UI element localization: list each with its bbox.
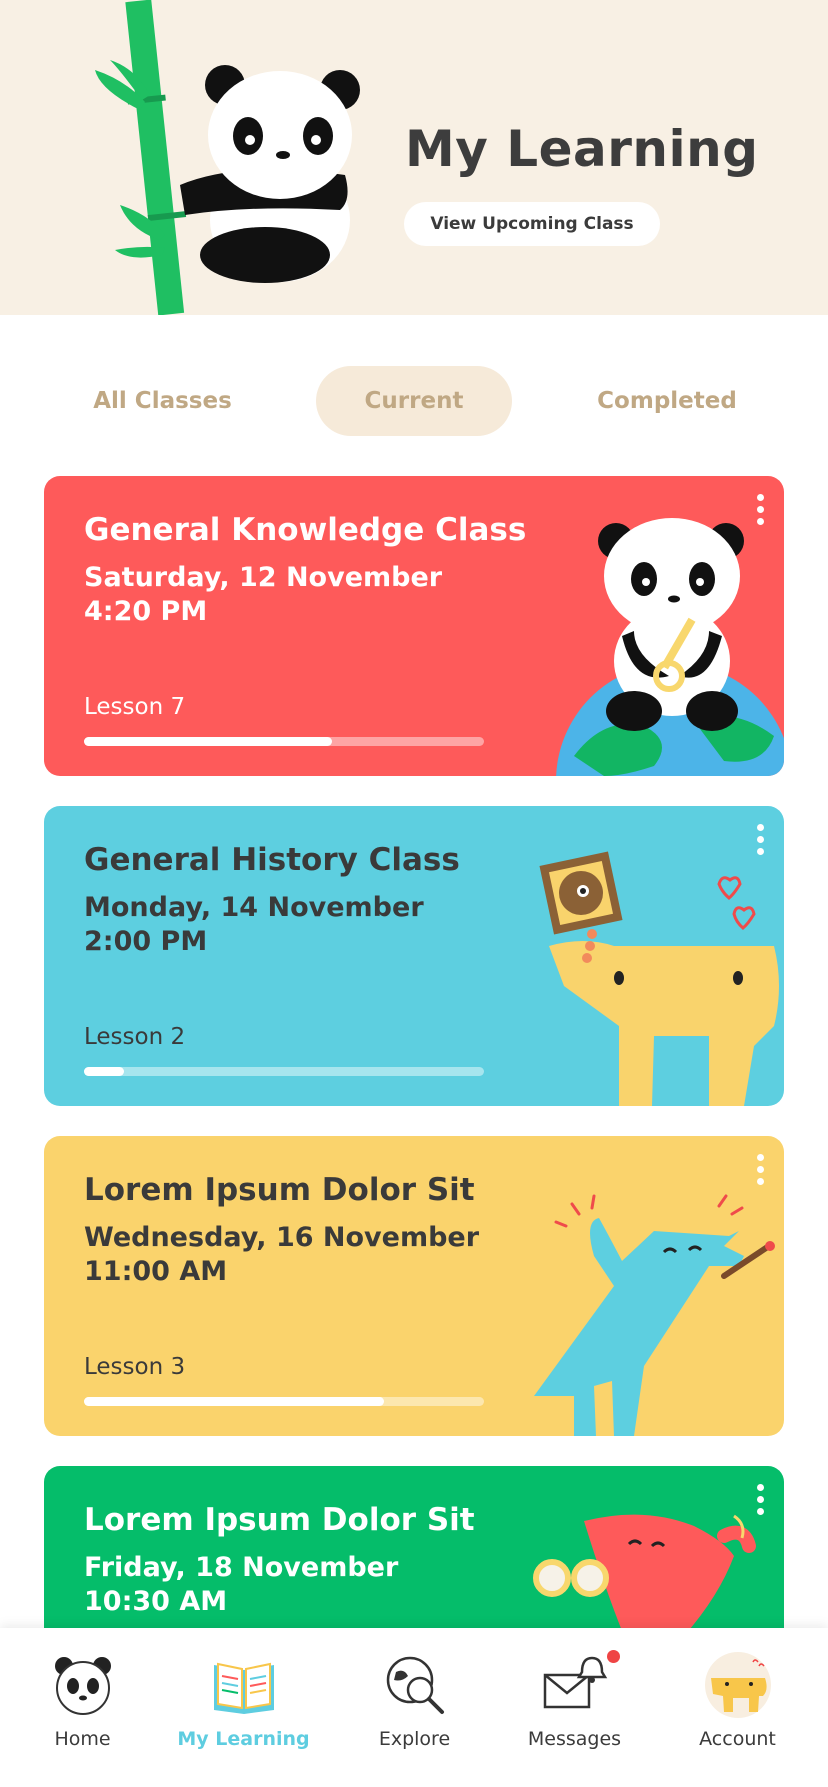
class-title: General History Class	[84, 842, 460, 878]
view-upcoming-class-button[interactable]: View Upcoming Class	[404, 202, 660, 246]
class-time: 2:00 PM	[84, 926, 208, 957]
tab-current[interactable]: Current	[316, 366, 512, 436]
class-time: 4:20 PM	[84, 596, 208, 627]
class-date: Friday, 18 November	[84, 1552, 399, 1583]
class-time: 10:30 AM	[84, 1586, 228, 1617]
nav-home[interactable]: Home	[0, 1628, 165, 1787]
class-date: Saturday, 12 November	[84, 562, 443, 593]
nav-label: My Learning	[177, 1728, 310, 1750]
progress-fill	[84, 737, 332, 746]
bottom-navigation: Home My Learning Explore Messages Accoun…	[0, 1628, 828, 1787]
nav-explore[interactable]: Explore	[332, 1628, 497, 1787]
more-options-icon[interactable]	[754, 1484, 766, 1518]
lesson-label: Lesson 3	[84, 1354, 186, 1380]
nav-messages[interactable]: Messages	[492, 1628, 657, 1787]
more-options-icon[interactable]	[754, 494, 766, 528]
page-title: My Learning	[405, 120, 759, 178]
panda-on-globe-illustration	[556, 518, 784, 776]
nav-label: Messages	[527, 1728, 622, 1750]
progress-bar	[84, 737, 484, 746]
avatar-icon	[704, 1652, 771, 1718]
lesson-label: Lesson 2	[84, 1024, 186, 1050]
blue-painter-creature-illustration	[534, 1194, 775, 1436]
yellow-creature-illustration	[539, 851, 779, 1106]
nav-label: Account	[699, 1728, 776, 1750]
globe-search-icon	[386, 1656, 444, 1714]
class-filter-tabs: All Classes Current Completed	[0, 366, 828, 436]
more-options-icon[interactable]	[754, 824, 766, 858]
lesson-label: Lesson 7	[84, 694, 186, 720]
progress-fill	[84, 1397, 384, 1406]
class-time: 11:00 AM	[84, 1256, 228, 1287]
nav-label: Explore	[378, 1728, 451, 1750]
class-title: General Knowledge Class	[84, 512, 527, 548]
open-book-icon	[213, 1662, 274, 1714]
class-card[interactable]: General History Class Monday, 14 Novembe…	[44, 806, 784, 1106]
class-card[interactable]: General Knowledge Class Saturday, 12 Nov…	[44, 476, 784, 776]
notification-badge	[607, 1650, 620, 1663]
nav-account[interactable]: Account	[655, 1628, 820, 1787]
class-date: Monday, 14 November	[84, 892, 424, 923]
header-banner: My Learning View Upcoming Class	[0, 0, 828, 315]
nav-my-learning[interactable]: My Learning	[161, 1628, 326, 1787]
nav-label: Home	[54, 1728, 111, 1750]
panda-bamboo-illustration	[95, 0, 360, 315]
tab-completed[interactable]: Completed	[562, 366, 772, 436]
envelope-bell-icon	[543, 1656, 607, 1709]
tab-all-classes[interactable]: All Classes	[60, 366, 265, 436]
progress-bar	[84, 1067, 484, 1076]
class-title: Lorem Ipsum Dolor Sit	[84, 1502, 475, 1538]
more-options-icon[interactable]	[754, 1154, 766, 1188]
progress-fill	[84, 1067, 124, 1076]
progress-bar	[84, 1397, 484, 1406]
class-date: Wednesday, 16 November	[84, 1222, 480, 1253]
class-title: Lorem Ipsum Dolor Sit	[84, 1172, 475, 1208]
panda-face-icon	[54, 1657, 111, 1715]
class-card[interactable]: Lorem Ipsum Dolor Sit Wednesday, 16 Nove…	[44, 1136, 784, 1436]
